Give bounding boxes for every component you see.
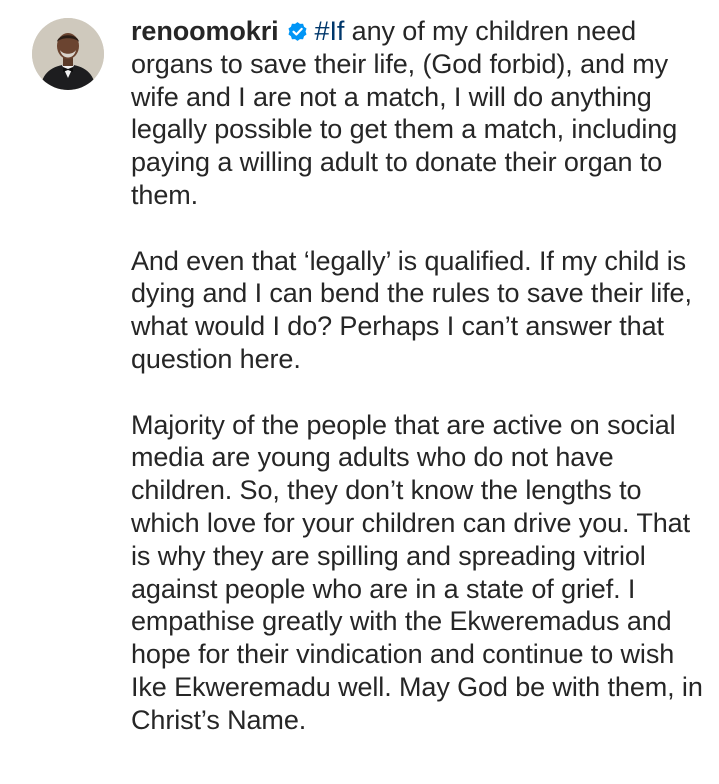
caption-paragraph-3: Majority of the people that are active o… bbox=[131, 409, 703, 735]
avatar[interactable] bbox=[32, 18, 104, 90]
instagram-caption-post: renoomokri #If any of my children need or… bbox=[0, 0, 719, 784]
hashtag-link[interactable]: #If bbox=[315, 16, 345, 46]
caption-paragraph-1: renoomokri #If any of my children need or… bbox=[131, 15, 706, 212]
caption: renoomokri #If any of my children need or… bbox=[131, 15, 706, 737]
profile-photo bbox=[32, 18, 104, 90]
username-link[interactable]: renoomokri bbox=[131, 16, 279, 46]
verified-badge-icon bbox=[286, 18, 309, 41]
caption-paragraph-2: And even that ‘legally’ is qualified. If… bbox=[131, 245, 692, 374]
